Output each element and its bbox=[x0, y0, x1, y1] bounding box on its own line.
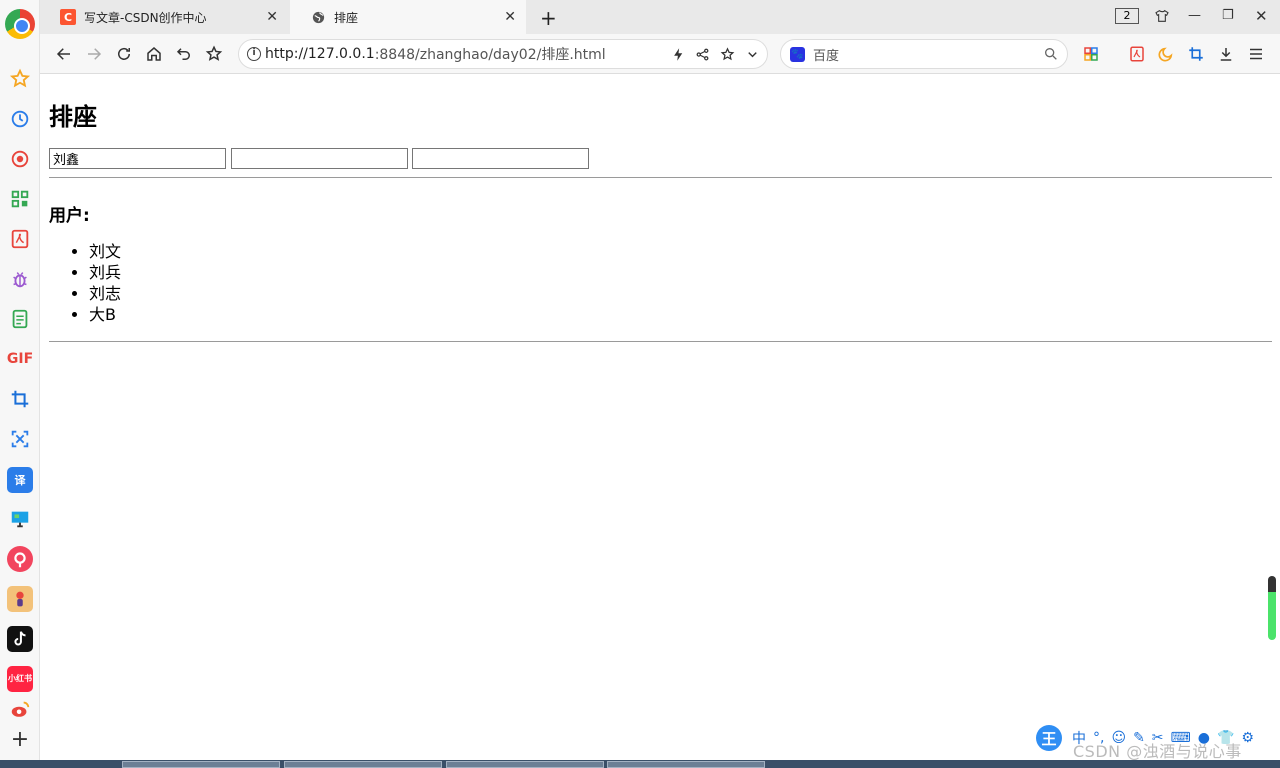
taskbar-item[interactable] bbox=[607, 761, 765, 768]
page-content: 排座 用户: 刘文 刘兵 刘志 大B bbox=[41, 75, 1280, 760]
bug-icon[interactable] bbox=[9, 268, 31, 290]
address-bar[interactable]: i http://127.0.0.1:8848/zhanghao/day02/排… bbox=[238, 39, 768, 69]
night-mode-icon[interactable] bbox=[1156, 44, 1176, 64]
search-box[interactable]: 🐾 百度 bbox=[780, 39, 1068, 69]
home-icon[interactable] bbox=[144, 44, 164, 64]
pdf-tool-icon[interactable] bbox=[1127, 44, 1147, 64]
lightning-icon[interactable] bbox=[671, 47, 686, 66]
list-item: 刘兵 bbox=[89, 262, 121, 283]
settings-icon[interactable]: ⚙ bbox=[1241, 730, 1254, 746]
back-icon[interactable] bbox=[54, 44, 74, 64]
game-icon[interactable] bbox=[7, 586, 33, 612]
browser-logo-icon[interactable] bbox=[5, 9, 35, 39]
search-engine-label: 百度 bbox=[813, 48, 840, 64]
chevron-down-icon[interactable] bbox=[745, 47, 760, 66]
url-host: http://127.0.0.1 bbox=[265, 46, 375, 62]
xiaohongshu-icon[interactable]: 小红书 bbox=[7, 666, 33, 692]
divider bbox=[49, 341, 1272, 342]
watermark: CSDN @浊酒与说心事 bbox=[1073, 742, 1242, 761]
csdn-icon: C bbox=[60, 9, 76, 25]
note-icon[interactable] bbox=[9, 308, 31, 330]
list-item: 刘文 bbox=[89, 241, 121, 262]
screen-icon[interactable] bbox=[9, 508, 31, 530]
user-list: 刘文 刘兵 刘志 大B bbox=[89, 241, 121, 325]
tab-count-badge[interactable]: 2 bbox=[1115, 8, 1139, 24]
add-icon[interactable]: + bbox=[9, 729, 31, 751]
globe-icon bbox=[310, 9, 326, 25]
seat-input-2[interactable] bbox=[231, 148, 408, 169]
tab-csdn[interactable]: C 写文章-CSDN创作中心 ✕ bbox=[40, 0, 288, 34]
scroll-gauge bbox=[1268, 576, 1276, 640]
star-icon[interactable] bbox=[9, 68, 31, 90]
divider bbox=[49, 177, 1272, 178]
users-heading: 用户: bbox=[49, 206, 90, 226]
page-title: 排座 bbox=[49, 103, 97, 131]
baidu-icon: 🐾 bbox=[790, 47, 805, 62]
crop-tool-icon[interactable] bbox=[1186, 44, 1206, 64]
taskbar-item[interactable] bbox=[284, 761, 442, 768]
browser-toolbar: i http://127.0.0.1:8848/zhanghao/day02/排… bbox=[40, 34, 1280, 74]
tab-strip: C 写文章-CSDN创作中心 ✕ 排座 ✕ + 2 — ❐ ✕ bbox=[40, 0, 1280, 34]
seat-input-1[interactable] bbox=[49, 148, 226, 169]
close-icon[interactable]: ✕ bbox=[266, 9, 278, 25]
restore-icon[interactable]: ❐ bbox=[1222, 8, 1234, 23]
tab-title: 排座 bbox=[334, 10, 359, 25]
translator-icon[interactable]: 译 bbox=[7, 467, 33, 493]
taskbar-item[interactable] bbox=[122, 761, 280, 768]
ime-logo-icon[interactable]: 王 bbox=[1036, 725, 1062, 751]
menu-icon[interactable] bbox=[1246, 44, 1266, 64]
taskbar-item[interactable] bbox=[446, 761, 604, 768]
undo-icon[interactable] bbox=[174, 44, 194, 64]
list-item: 刘志 bbox=[89, 283, 121, 304]
gif-icon[interactable]: GIF bbox=[7, 348, 33, 370]
new-tab-button[interactable]: + bbox=[540, 6, 557, 30]
cloud-icon[interactable] bbox=[7, 546, 33, 572]
browser-sidebar: GIF 译 小红书 + bbox=[0, 0, 40, 760]
crop-icon[interactable] bbox=[9, 388, 31, 410]
taskbar bbox=[0, 760, 1280, 768]
apps-icon[interactable] bbox=[1081, 44, 1101, 64]
search-icon[interactable] bbox=[1043, 46, 1059, 66]
forward-icon[interactable] bbox=[84, 44, 104, 64]
record-icon[interactable] bbox=[9, 148, 31, 170]
url-path: :8848/zhanghao/day02/排座.html bbox=[374, 47, 606, 63]
translate-icon[interactable] bbox=[9, 428, 31, 450]
info-icon[interactable]: i bbox=[247, 47, 261, 61]
close-icon[interactable]: ✕ bbox=[504, 9, 516, 25]
share-icon[interactable] bbox=[695, 47, 710, 66]
weibo-icon[interactable] bbox=[9, 698, 31, 720]
close-window-icon[interactable]: ✕ bbox=[1255, 7, 1268, 25]
grid-icon[interactable] bbox=[9, 188, 31, 210]
pdf-icon[interactable] bbox=[9, 228, 31, 250]
tiktok-icon[interactable] bbox=[7, 626, 33, 652]
list-item: 大B bbox=[89, 304, 121, 325]
seat-input-3[interactable] bbox=[412, 148, 589, 169]
history-icon[interactable] bbox=[9, 108, 31, 130]
favorite-icon[interactable] bbox=[720, 47, 735, 66]
tab-active[interactable]: 排座 ✕ bbox=[290, 0, 526, 34]
download-icon[interactable] bbox=[1216, 44, 1236, 64]
tab-title: 写文章-CSDN创作中心 bbox=[84, 10, 207, 25]
reload-icon[interactable] bbox=[114, 44, 134, 64]
bookmark-star-icon[interactable] bbox=[204, 44, 224, 64]
minimize-icon[interactable]: — bbox=[1188, 8, 1201, 23]
skin-icon[interactable] bbox=[1154, 8, 1170, 28]
